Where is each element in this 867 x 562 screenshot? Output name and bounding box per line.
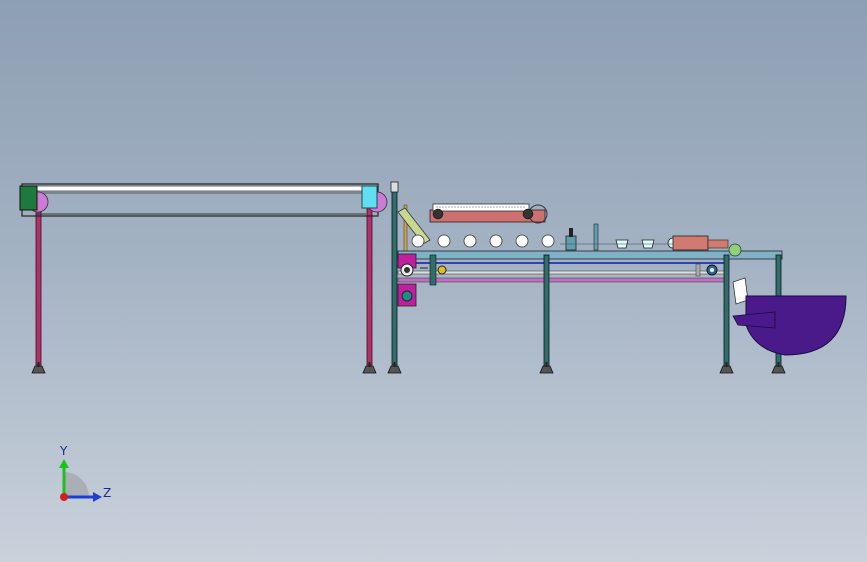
y-axis-label: Y	[59, 444, 68, 458]
triad-quadrant	[64, 472, 89, 497]
heater-block	[672, 235, 709, 251]
tail-block	[361, 185, 378, 209]
foot-1	[31, 365, 46, 374]
drive-motor-block	[19, 185, 38, 211]
cad-viewport[interactable]: Y Z	[0, 0, 867, 562]
post-left	[391, 189, 398, 366]
post-right-1	[723, 254, 730, 368]
post-mid	[543, 254, 550, 368]
x-axis-origin	[60, 493, 68, 501]
long-conveyor	[19, 183, 388, 374]
output-hopper	[732, 277, 847, 356]
z-axis-label: Z	[103, 486, 111, 500]
roller-row	[411, 234, 555, 248]
green-knob	[728, 243, 742, 257]
axis-triad: Y Z	[59, 444, 111, 502]
conveyor-leg-left	[35, 194, 42, 366]
foot-2	[362, 365, 377, 374]
conveyor-leg-right	[366, 194, 373, 366]
processing-machine	[387, 181, 786, 374]
